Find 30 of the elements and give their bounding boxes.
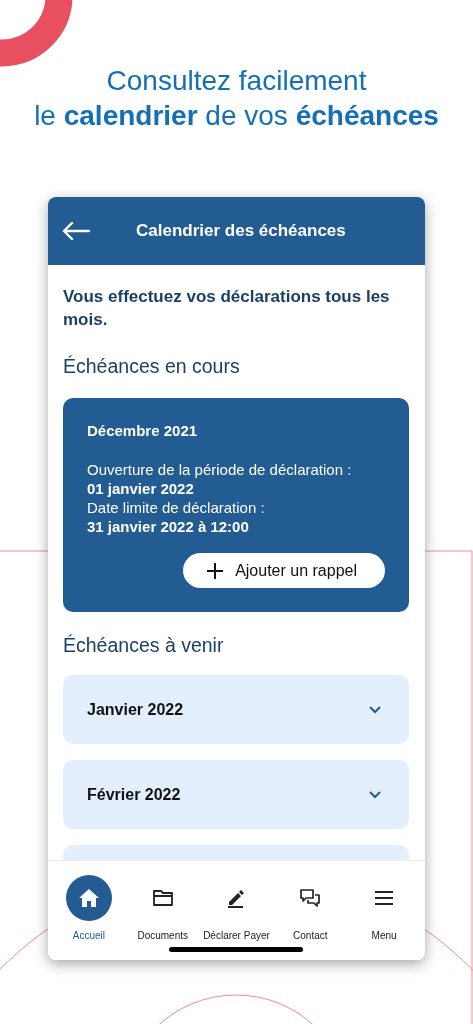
menu-icon: [375, 890, 394, 906]
nav-tab[interactable]: Menu: [347, 875, 421, 960]
accordion-month: Janvier 2022: [87, 700, 184, 719]
home-icon: [77, 888, 100, 908]
nav-tab[interactable]: Accueil: [52, 875, 126, 960]
pencil-icon: [226, 888, 247, 908]
add-reminder-button[interactable]: Ajouter un rappel: [183, 553, 385, 588]
folder-icon: [151, 889, 174, 907]
date-label: Ouverture de la période de déclaration :: [87, 460, 353, 479]
chevron-down-icon: [369, 705, 381, 714]
section-heading: Échéances en cours: [63, 355, 241, 378]
screen-title: Calendrier des échéances: [136, 221, 346, 241]
headline-text: le calendrier de vos échéances: [34, 99, 439, 133]
accordion-month: Février 2022: [87, 785, 181, 804]
section-heading: Échéances à venir: [63, 634, 225, 657]
plus-icon: [207, 562, 224, 579]
intro-text: Vous effectuez vos déclarations tous les mois.: [63, 286, 391, 331]
date-value: 01 janvier 2022: [87, 479, 195, 498]
nav-tab[interactable]: Déclarer Payer: [199, 875, 274, 960]
date-value: 31 janvier 2022 à 12:00: [87, 517, 250, 536]
chat-icon: [299, 888, 322, 908]
card-month: Décembre 2021: [87, 422, 199, 439]
back-arrow-icon[interactable]: [62, 222, 90, 240]
headline-text: Consultez facilement: [106, 64, 367, 98]
nav-tab[interactable]: Documents: [125, 875, 200, 960]
date-label: Date limite de déclaration :: [87, 498, 266, 517]
chevron-down-icon: [369, 790, 381, 799]
nav-tab[interactable]: Contact: [273, 875, 348, 960]
accordion-item[interactable]: Février 2022: [63, 760, 409, 829]
accordion-item[interactable]: Janvier 2022: [63, 675, 409, 744]
